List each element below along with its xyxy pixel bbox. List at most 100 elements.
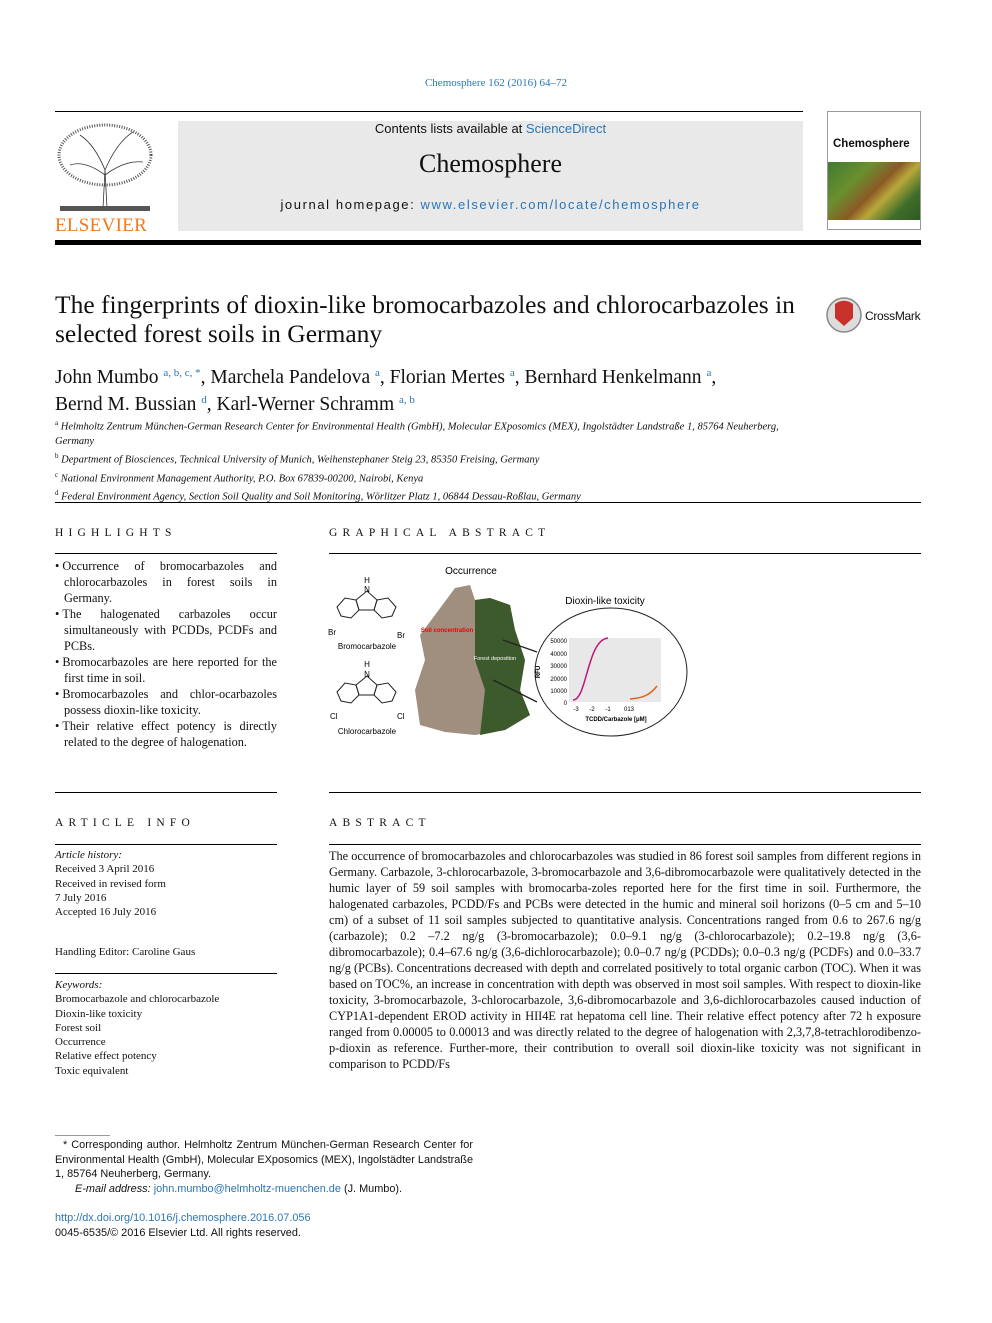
abstract-rule xyxy=(329,844,921,845)
author[interactable]: Florian Mertes a xyxy=(390,367,515,388)
doi-link[interactable]: http://dx.doi.org/10.1016/j.chemosphere.… xyxy=(55,1212,311,1224)
highlight-item: Occurrence of bromocarbazoles and chloro… xyxy=(55,558,277,606)
bromocarbazole-label: Bromocarbazole xyxy=(338,642,397,651)
sciencedirect-link[interactable]: ScienceDirect xyxy=(526,121,606,136)
svg-text:-2: -2 xyxy=(589,707,595,713)
highlight-item: Bromocarbazoles are here reported for th… xyxy=(55,654,277,686)
n-label: N xyxy=(364,585,370,594)
forest-deposition-label: Forest deposition xyxy=(474,656,516,662)
affiliation: c National Environment Management Author… xyxy=(55,470,424,485)
br-label: Br xyxy=(328,628,336,637)
keywords-rule xyxy=(55,973,277,974)
email-link[interactable]: john.mumbo@helmholtz-muenchen.de xyxy=(154,1183,341,1195)
svg-text:10000: 10000 xyxy=(550,689,567,695)
email-label: E-mail address: xyxy=(75,1182,154,1195)
crossmark-label: CrossMark xyxy=(865,309,921,323)
author[interactable]: Bernhard Henkelmann a xyxy=(525,367,712,388)
svg-text:50000: 50000 xyxy=(550,639,567,645)
header-rule xyxy=(55,111,803,112)
article-title: The fingerprints of dioxin-like bromocar… xyxy=(55,290,795,348)
copyright: 0045-6535/© 2016 Elsevier Ltd. All right… xyxy=(55,1227,301,1239)
header-thick-rule xyxy=(55,240,921,245)
plot-panel xyxy=(569,638,661,702)
br-label: Br xyxy=(397,631,405,640)
svg-text:013: 013 xyxy=(624,707,635,713)
soil-concentration-label: Soil concentration xyxy=(421,628,474,634)
highlights-end-rule xyxy=(55,792,277,793)
h-label: H xyxy=(364,660,370,669)
corresponding-author: * Corresponding author. Helmholtz Zentru… xyxy=(55,1139,473,1180)
corresponding-footnote: * Corresponding author. Helmholtz Zentru… xyxy=(55,1138,473,1196)
article-info-rule xyxy=(55,844,277,845)
author[interactable]: Bernd M. Bussian d xyxy=(55,394,207,415)
journal-cover[interactable]: Chemosphere xyxy=(827,111,921,230)
keyword: Dioxin-like toxicity xyxy=(55,1007,143,1020)
keyword: Relative effect potency xyxy=(55,1050,157,1063)
elsevier-logo: ELSEVIER xyxy=(55,120,155,236)
section-rule xyxy=(55,502,921,503)
history-label: Article history: xyxy=(55,849,122,861)
highlight-item: Their relative effect potency is directl… xyxy=(55,718,277,750)
history-item: Received in revised form xyxy=(55,877,166,890)
footnote-rule xyxy=(55,1135,110,1136)
keyword: Toxic equivalent xyxy=(55,1064,129,1077)
cl-label: Cl xyxy=(397,712,405,721)
history-item: 7 July 2016 xyxy=(55,891,107,904)
homepage-label: journal homepage: xyxy=(280,197,421,212)
journal-reference[interactable]: Chemosphere 162 (2016) 64–72 xyxy=(0,77,992,89)
x-axis-label: TCDD/Carbazole [μM] xyxy=(585,717,646,723)
graphical-abstract-heading: GRAPHICAL ABSTRACT xyxy=(329,527,551,539)
occurrence-label: Occurrence xyxy=(445,566,497,577)
author[interactable]: Karl-Werner Schramm a, b xyxy=(217,394,415,415)
crossmark-icon xyxy=(826,297,862,333)
graphical-abstract-figure[interactable]: Occurrence H N Br Br Bromocarbazole H N … xyxy=(325,560,695,740)
svg-text:-3: -3 xyxy=(573,707,579,713)
toxicity-label: Dioxin-like toxicity xyxy=(565,596,644,607)
affiliation: b Department of Biosciences, Technical U… xyxy=(55,451,540,466)
crossmark-badge[interactable]: CrossMark xyxy=(825,296,925,336)
affiliation: a Helmholtz Zentrum München-German Resea… xyxy=(55,419,779,447)
author-list: John Mumbo a, b, c, *, Marchela Pandelov… xyxy=(55,367,717,415)
germany-forest-map xyxy=(475,598,530,735)
author[interactable]: Marchela Pandelova a xyxy=(210,367,380,388)
abstract-text: The occurrence of bromocarbazoles and ch… xyxy=(329,849,921,1071)
highlights-heading: HIGHLIGHTS xyxy=(55,527,177,539)
graphical-abstract-rule xyxy=(329,553,921,554)
history-item: Received 3 April 2016 xyxy=(55,863,155,876)
chlorocarbazole-structure xyxy=(336,675,397,704)
handling-editor: Handling Editor: Caroline Gaus xyxy=(55,946,196,958)
doi-block: http://dx.doi.org/10.1016/j.chemosphere.… xyxy=(55,1211,311,1241)
svg-text:30000: 30000 xyxy=(550,664,567,670)
svg-text:-1: -1 xyxy=(605,707,611,713)
journal-name: Chemosphere xyxy=(419,149,562,178)
keywords-label: Keywords: xyxy=(55,979,103,991)
homepage-link[interactable]: www.elsevier.com/locate/chemosphere xyxy=(421,197,701,212)
affiliations: a Helmholtz Zentrum München-German Resea… xyxy=(55,416,815,505)
keyword: Occurrence xyxy=(55,1036,106,1049)
h-label: H xyxy=(364,576,370,585)
highlights-rule xyxy=(55,553,277,554)
keyword: Forest soil xyxy=(55,1021,102,1034)
y-axis-label: RFU xyxy=(536,666,542,678)
highlights-list: Occurrence of bromocarbazoles and chloro… xyxy=(55,558,277,750)
cover-leaves-image xyxy=(828,162,920,220)
svg-text:40000: 40000 xyxy=(550,652,567,658)
n-label: N xyxy=(364,670,370,679)
author[interactable]: John Mumbo a, b, c, * xyxy=(55,367,201,388)
keywords: Keywords: Bromocarbazole and chlorocarba… xyxy=(55,978,277,1078)
journal-header-box: Contents lists available at ScienceDirec… xyxy=(178,121,803,231)
article-history: Article history: Received 3 April 2016 R… xyxy=(55,848,277,919)
chlorocarbazole-label: Chlorocarbazole xyxy=(338,727,397,736)
email-suffix: (J. Mumbo). xyxy=(340,1182,403,1195)
keyword: Bromocarbazole and chlorocarbazole xyxy=(55,993,220,1006)
cover-title: Chemosphere xyxy=(833,138,910,150)
article-info-heading: ARTICLE INFO xyxy=(55,817,195,829)
history-item: Accepted 16 July 2016 xyxy=(55,906,157,919)
cl-label: Cl xyxy=(330,712,338,721)
elsevier-wordmark: ELSEVIER xyxy=(55,215,148,236)
abstract-heading: ABSTRACT xyxy=(329,817,431,829)
contents-label: Contents lists available at xyxy=(374,121,526,136)
svg-text:20000: 20000 xyxy=(550,677,567,683)
bromocarbazole-structure xyxy=(336,590,397,619)
highlight-item: The halogenated carbazoles occur simulta… xyxy=(55,606,277,654)
